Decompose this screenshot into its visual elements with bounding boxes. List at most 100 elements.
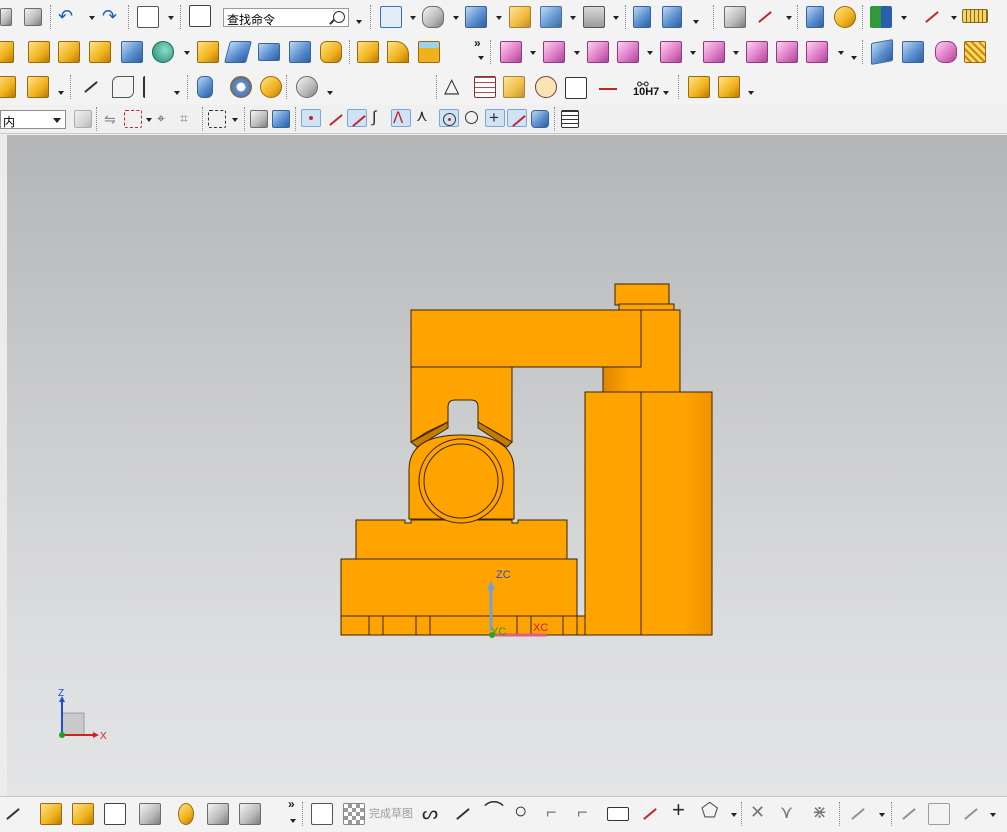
wcs-dropdown-icon[interactable] xyxy=(168,16,174,20)
paste-icon[interactable] xyxy=(24,8,42,26)
snap-arc-center-icon[interactable]: ⋏ xyxy=(416,108,428,126)
face-blend-icon[interactable] xyxy=(935,41,957,63)
play-animation-dropdown-icon[interactable] xyxy=(901,16,907,20)
sketch-curve-icon[interactable] xyxy=(80,76,102,98)
note-icon[interactable] xyxy=(565,77,587,99)
combine-icon[interactable] xyxy=(152,41,174,63)
wave-link-icon[interactable] xyxy=(112,76,134,98)
quick-trim-icon[interactable]: ✕ xyxy=(750,803,765,821)
select-feature-icon[interactable] xyxy=(272,110,290,128)
surface-finish-icon[interactable] xyxy=(597,76,619,98)
point-icon[interactable]: + xyxy=(672,799,685,821)
make-corner-icon[interactable]: ⋇ xyxy=(812,803,827,821)
synchronous-dropdown-icon[interactable] xyxy=(530,51,536,55)
inferred-constraints-icon[interactable] xyxy=(139,803,161,825)
extrude-icon[interactable] xyxy=(0,41,14,63)
filter-icon[interactable] xyxy=(74,110,92,128)
circle-icon[interactable]: ○ xyxy=(514,800,527,822)
assembly-dropdown-icon[interactable] xyxy=(748,91,754,95)
shaded-view-icon[interactable] xyxy=(422,6,444,28)
angular-dimension-icon[interactable] xyxy=(960,803,982,825)
snap-curve-icon[interactable]: ∫ xyxy=(372,109,376,127)
column-left-face[interactable] xyxy=(584,391,642,636)
sketch-edit-icon[interactable] xyxy=(207,803,229,825)
boolean-icon[interactable] xyxy=(121,41,143,63)
fit-view-icon[interactable] xyxy=(380,6,402,28)
background-dropdown-icon[interactable] xyxy=(613,16,619,20)
sweep-icon[interactable] xyxy=(320,41,342,63)
column-right-face[interactable] xyxy=(640,391,713,636)
delete-face-icon[interactable] xyxy=(587,41,609,63)
shaded-view-dropdown-icon[interactable] xyxy=(453,16,459,20)
snap-circle-center-icon[interactable] xyxy=(439,109,459,127)
measure-icon[interactable] xyxy=(962,9,988,23)
move-object-icon[interactable] xyxy=(633,6,651,28)
cylinder-icon[interactable] xyxy=(387,41,409,63)
search-icon[interactable] xyxy=(333,11,345,23)
thread-icon[interactable] xyxy=(197,76,213,98)
studio-surface-icon[interactable] xyxy=(964,41,986,63)
view-cube-icon[interactable] xyxy=(465,6,487,28)
snap-point-on-curve-icon[interactable] xyxy=(507,109,527,127)
part-body[interactable] xyxy=(340,283,713,636)
sketch-plane-icon[interactable] xyxy=(104,803,126,825)
information-icon[interactable] xyxy=(189,5,211,27)
bolt-head[interactable] xyxy=(614,283,670,306)
dimension-dropdown-icon[interactable] xyxy=(990,813,996,817)
tolerance-fit-dropdown-icon[interactable] xyxy=(663,91,669,95)
chevron-down-icon[interactable] xyxy=(53,118,61,123)
grid-dropdown-icon[interactable] xyxy=(951,16,957,20)
emboss-text-icon[interactable] xyxy=(27,76,49,98)
select-all-dropdown-icon[interactable] xyxy=(146,118,152,122)
balloon-icon[interactable] xyxy=(535,76,557,98)
line-icon[interactable] xyxy=(452,803,474,825)
feature-control-frame-icon[interactable] xyxy=(503,76,525,98)
play-animation-icon[interactable] xyxy=(870,6,892,28)
cut-face-icon[interactable] xyxy=(776,41,798,63)
snap-to-point-icon[interactable]: ⌖ xyxy=(157,109,165,127)
offset-curve-dropdown-icon[interactable] xyxy=(731,813,737,817)
weld-icon[interactable] xyxy=(296,76,318,98)
swept-surface-icon[interactable] xyxy=(902,41,924,63)
sketch-relation-icon[interactable] xyxy=(239,803,261,825)
snap-quadrant-icon[interactable] xyxy=(463,109,481,127)
paste-face-icon[interactable] xyxy=(806,41,828,63)
replace-face-icon[interactable] xyxy=(617,41,639,63)
select-body-icon[interactable] xyxy=(250,110,268,128)
synchronous-move-face-icon[interactable] xyxy=(500,41,522,63)
sketch-block-icon[interactable] xyxy=(72,803,94,825)
bolt-washer[interactable] xyxy=(618,303,675,311)
spring-icon[interactable] xyxy=(230,76,252,98)
more-sketch-icon[interactable]: » xyxy=(288,797,295,811)
wcs-icon[interactable] xyxy=(137,6,159,28)
base-foot[interactable] xyxy=(340,615,586,636)
undo-dropdown-icon[interactable] xyxy=(89,16,95,20)
polygon-icon[interactable] xyxy=(639,803,661,825)
tolerance-fit-label[interactable]: 10H7 xyxy=(633,86,659,98)
draft-icon[interactable] xyxy=(224,41,252,63)
redo-icon[interactable]: ↷ xyxy=(102,7,117,25)
graphics-viewport[interactable]: ZC YC XC Z X xyxy=(7,135,1007,796)
snap-midpoint-icon[interactable] xyxy=(325,109,343,127)
upper-base-block[interactable] xyxy=(355,519,568,560)
undo-icon[interactable]: ↶ xyxy=(58,7,73,25)
offset-region-icon[interactable] xyxy=(660,41,682,63)
offset-curve-icon[interactable]: ⬠ xyxy=(701,801,718,821)
grid-snap-icon[interactable] xyxy=(561,110,579,128)
rapid-dimension-icon[interactable] xyxy=(928,803,950,825)
grid-icon[interactable] xyxy=(921,6,943,28)
pattern-geometry-icon[interactable] xyxy=(89,41,111,63)
paste-face-dropdown-icon[interactable] xyxy=(838,51,844,55)
more-sync-dropdown-icon[interactable] xyxy=(851,56,857,60)
quick-pick-icon[interactable]: ⌗ xyxy=(180,109,188,127)
emboss-dropdown-icon[interactable] xyxy=(58,91,64,95)
quick-extend-icon[interactable]: ⋎ xyxy=(780,803,793,821)
clip-view-icon[interactable] xyxy=(540,6,562,28)
wcs-orient-dropdown-icon[interactable] xyxy=(786,16,792,20)
wcs-orient-icon[interactable] xyxy=(754,6,776,28)
clamp-jaw[interactable] xyxy=(410,366,513,443)
arc-icon[interactable]: ⌒ xyxy=(484,802,504,822)
render-icon[interactable] xyxy=(834,6,856,28)
snap-control-point-icon[interactable] xyxy=(347,109,367,127)
body-icon[interactable] xyxy=(0,76,16,98)
